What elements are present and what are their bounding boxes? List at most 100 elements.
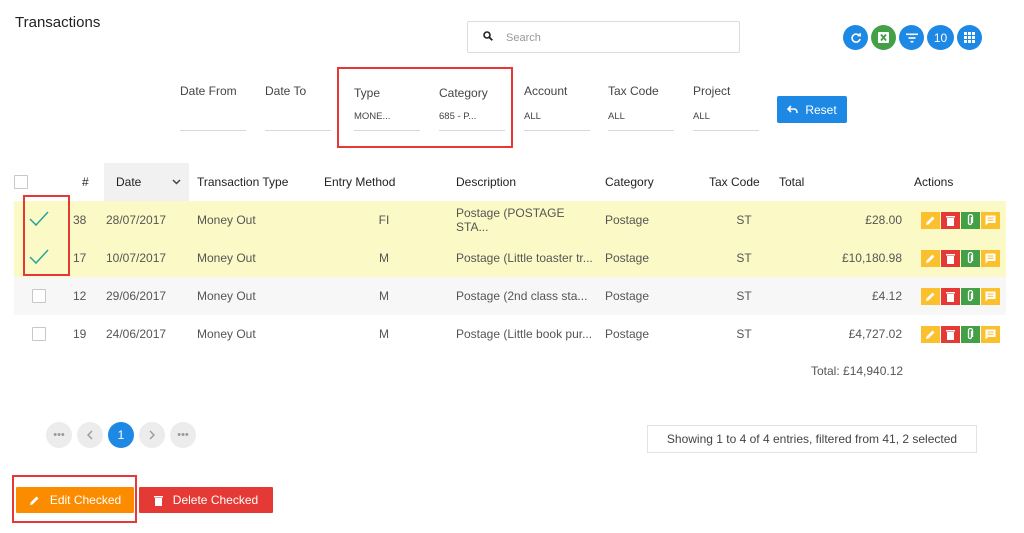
pagination-first[interactable]: ••• [46, 422, 72, 448]
note-row-button[interactable] [980, 249, 1000, 267]
comment-icon [985, 253, 995, 263]
column-header-description[interactable]: Description [444, 163, 594, 201]
excel-export-button[interactable] [871, 25, 896, 50]
row-type-link[interactable]: Money Out [189, 201, 324, 239]
filter-underline [524, 130, 590, 131]
filter-underline [608, 130, 674, 131]
table-row[interactable]: 19 24/06/2017 Money Out M Postage (Littl… [14, 315, 1006, 353]
filter-date-from[interactable]: Date From [180, 84, 246, 131]
trash-icon [945, 215, 955, 226]
grid-view-button[interactable] [957, 25, 982, 50]
row-category: Postage [594, 239, 709, 277]
grid-icon [964, 32, 975, 43]
filter-account[interactable]: Account ALL [524, 84, 590, 131]
row-type-link[interactable]: Money Out [189, 277, 324, 315]
refresh-icon [850, 32, 861, 43]
edit-row-button[interactable] [920, 249, 940, 267]
column-header-date[interactable]: Date [104, 163, 189, 201]
row-num: 12 [64, 277, 104, 315]
row-description: Postage (POSTAGE STA... [444, 201, 594, 239]
column-header-type[interactable]: Transaction Type [189, 163, 324, 201]
filter-icon [905, 33, 918, 42]
row-checkbox[interactable] [32, 289, 46, 304]
table-row[interactable]: 12 29/06/2017 Money Out M Postage (2nd c… [14, 277, 1006, 315]
comment-icon [985, 291, 995, 301]
pencil-icon [925, 292, 934, 301]
entries-info: Showing 1 to 4 of 4 entries, filtered fr… [647, 425, 977, 453]
search-box[interactable] [467, 21, 740, 53]
table-row[interactable]: 17 10/07/2017 Money Out M Postage (Littl… [14, 239, 1006, 277]
filter-account-value: ALL [524, 111, 541, 122]
delete-checked-label: Delete Checked [172, 493, 259, 507]
chevron-right-icon [149, 430, 155, 440]
note-row-button[interactable] [980, 211, 1000, 229]
row-type-link[interactable]: Money Out [189, 239, 324, 277]
filter-tax-code[interactable]: Tax Code ALL [608, 84, 674, 131]
table-row[interactable]: 38 28/07/2017 Money Out FI Postage (POST… [14, 201, 1006, 239]
row-total: £28.00 [779, 201, 914, 239]
row-category: Postage [594, 201, 709, 239]
trash-icon [945, 253, 955, 264]
row-actions [914, 277, 1006, 315]
column-header-total[interactable]: Total [779, 163, 914, 201]
attach-row-button[interactable] [960, 325, 980, 343]
note-row-button[interactable] [980, 325, 1000, 343]
filter-underline [265, 130, 331, 131]
paperclip-icon [967, 252, 974, 264]
row-actions [914, 201, 1006, 239]
filter-date-from-label: Date From [180, 84, 237, 98]
row-select-cell[interactable] [14, 315, 64, 353]
refresh-button[interactable] [843, 25, 868, 50]
attach-row-button[interactable] [960, 211, 980, 229]
delete-row-button[interactable] [940, 249, 960, 267]
grand-total: Total: £14,940.12 [811, 364, 904, 378]
row-type-link[interactable]: Money Out [189, 315, 324, 353]
delete-row-button[interactable] [940, 211, 960, 229]
pagination-prev[interactable] [77, 422, 103, 448]
filter-button[interactable] [899, 25, 924, 50]
note-row-button[interactable] [980, 287, 1000, 305]
attach-row-button[interactable] [960, 249, 980, 267]
pagination-page-current[interactable]: 1 [108, 422, 134, 448]
highlight-box-checked-rows [23, 195, 70, 276]
row-checkbox[interactable] [32, 327, 46, 342]
row-method: M [324, 239, 444, 277]
filter-tax-code-value: ALL [608, 111, 625, 122]
pencil-icon [925, 254, 934, 263]
attach-row-button[interactable] [960, 287, 980, 305]
paperclip-icon [967, 214, 974, 226]
row-method: FI [324, 201, 444, 239]
search-input[interactable] [506, 28, 726, 48]
select-all-checkbox[interactable] [14, 175, 28, 190]
filter-date-to-label: Date To [265, 84, 307, 98]
column-header-category[interactable]: Category [594, 163, 709, 201]
edit-row-button[interactable] [920, 211, 940, 229]
filter-underline [180, 130, 246, 131]
paperclip-icon [967, 328, 974, 340]
row-select-cell[interactable] [14, 277, 64, 315]
row-date: 24/06/2017 [106, 327, 167, 341]
pagination-last[interactable]: ••• [170, 422, 196, 448]
row-actions [914, 315, 1006, 353]
trash-icon [153, 495, 163, 506]
reset-label: Reset [805, 102, 837, 117]
row-category: Postage [594, 277, 709, 315]
row-date: 29/06/2017 [104, 277, 189, 315]
comment-icon [985, 329, 995, 339]
column-header-method[interactable]: Entry Method [324, 163, 444, 201]
row-description: Postage (Little toaster tr... [444, 239, 594, 277]
delete-row-button[interactable] [940, 325, 960, 343]
reset-button[interactable]: Reset [777, 96, 847, 123]
table-header-row: # Date Transaction Type Entry Method Des… [14, 163, 1006, 201]
pagination-next[interactable] [139, 422, 165, 448]
chevron-down-icon [172, 179, 181, 185]
column-header-tax[interactable]: Tax Code [709, 163, 779, 201]
delete-checked-button[interactable]: Delete Checked [139, 487, 273, 513]
edit-row-button[interactable] [920, 287, 940, 305]
filter-date-to[interactable]: Date To [265, 84, 331, 131]
edit-row-button[interactable] [920, 325, 940, 343]
row-category: Postage [605, 327, 650, 341]
delete-row-button[interactable] [940, 287, 960, 305]
page-size-button[interactable]: 10 [927, 25, 954, 50]
filter-project[interactable]: Project ALL [693, 84, 759, 131]
